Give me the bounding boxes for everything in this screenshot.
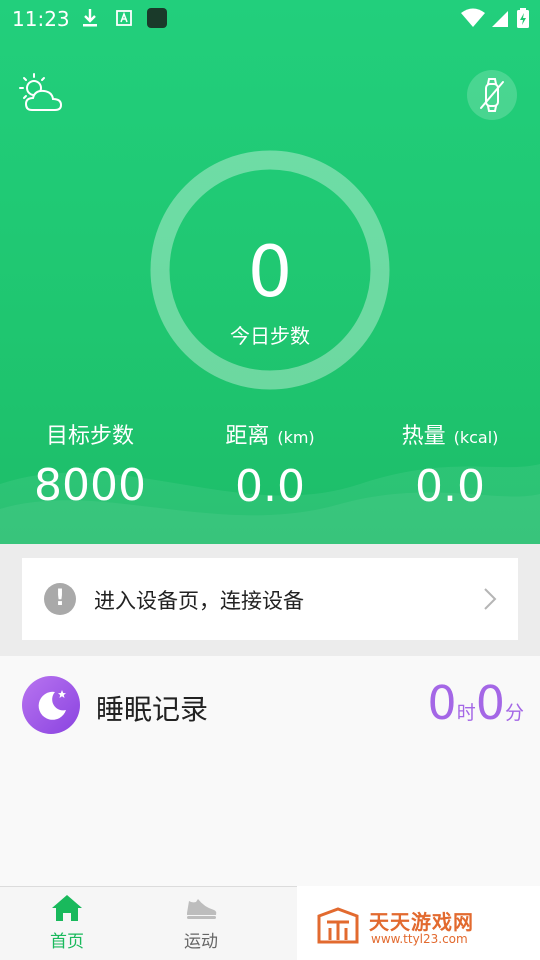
- stat-distance: 距离 (km) 0.0: [180, 420, 360, 517]
- weather-icon[interactable]: [16, 72, 66, 118]
- watermark-url: www.ttyl23.com: [371, 932, 468, 946]
- sleep-minutes-value: 0: [475, 676, 505, 730]
- sleep-minutes-unit: 分: [504, 702, 524, 724]
- today-steps-label: 今日步数: [230, 324, 310, 348]
- stat-value: 0.0: [235, 461, 305, 512]
- home-icon: [52, 895, 82, 921]
- hero-panel: 11:23 0 今日步数 目标步数 8000 距离 (km) 0.0 热量 (k…: [0, 0, 540, 544]
- sleep-record-title: 睡眠记录: [96, 693, 209, 726]
- battery-icon: [517, 8, 529, 28]
- stat-unit: (km): [277, 428, 315, 447]
- watermark-title: 天天游戏网: [369, 910, 474, 934]
- warning-icon: !: [44, 583, 76, 615]
- sleep-record-panel[interactable]: 睡眠记录 0时0分: [0, 656, 540, 886]
- watch-disconnected-icon: [480, 78, 504, 112]
- moon-icon: [22, 676, 80, 734]
- a-notification-icon: [116, 10, 132, 26]
- today-steps-value: 0: [247, 231, 293, 313]
- stat-label: 距离: [225, 424, 270, 449]
- stat-value: 0.0: [415, 461, 485, 512]
- stat-label: 热量: [401, 424, 446, 449]
- status-time: 11:23: [12, 7, 70, 31]
- connect-device-card[interactable]: ! 进入设备页，连接设备: [22, 558, 518, 640]
- tab-sport[interactable]: 运动: [134, 887, 268, 960]
- sleep-hours-unit: 时: [456, 702, 476, 724]
- stat-unit: (kcal): [453, 428, 499, 447]
- signal-icon: [492, 11, 508, 27]
- tab-label: 运动: [184, 932, 218, 952]
- stat-goal-steps: 目标步数 8000: [0, 420, 180, 516]
- tab-home[interactable]: 首页: [0, 887, 134, 960]
- bottom-tab-bar: 首页 运动: [0, 886, 297, 960]
- sleep-duration: 0时0分: [427, 676, 524, 730]
- watermark-logo-icon: [317, 907, 359, 944]
- stat-label: 目标步数: [45, 424, 134, 449]
- stat-calories: 热量 (kcal) 0.0: [360, 420, 540, 517]
- shoe-icon: [187, 899, 217, 919]
- download-icon: [83, 9, 97, 27]
- app-square-icon: [147, 8, 167, 28]
- watch-status-button[interactable]: [467, 70, 517, 120]
- sleep-hours-value: 0: [427, 676, 457, 730]
- status-bar: 11:23: [0, 0, 540, 36]
- chevron-right-icon: [484, 588, 497, 610]
- wifi-icon: [461, 8, 485, 27]
- connect-device-text: 进入设备页，连接设备: [94, 589, 304, 613]
- watermark: 天天游戏网 www.ttyl23.com: [297, 886, 540, 960]
- tab-label: 首页: [50, 932, 84, 952]
- stat-value: 8000: [34, 460, 146, 511]
